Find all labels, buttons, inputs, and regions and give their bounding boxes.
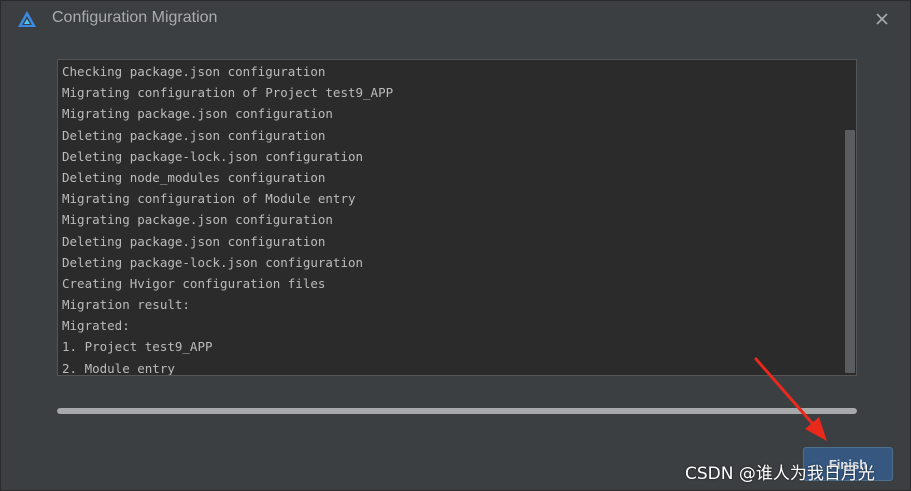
log-line: Migrating package.json configuration (62, 106, 333, 122)
log-scrollbar[interactable] (844, 61, 856, 374)
dialog-title: Configuration Migration (52, 9, 218, 26)
log-line: Deleting package-lock.json configuration (62, 254, 364, 270)
close-icon[interactable] (871, 8, 893, 30)
log-lines: Checking package.json configuration Migra… (62, 61, 394, 376)
migration-progress-bar (57, 408, 857, 414)
scrollbar-thumb[interactable] (845, 130, 855, 373)
log-line: Migrating package.json configuration (62, 212, 333, 228)
log-line: 1. Project test9_APP (62, 339, 213, 355)
configuration-migration-dialog: Configuration Migration Checking package… (0, 0, 911, 491)
log-line: Migration result: (62, 297, 190, 313)
log-line: Migrating configuration of Module entry (62, 191, 356, 207)
log-line: Deleting package-lock.json configuration (62, 148, 364, 164)
log-line: Deleting package.json configuration (62, 233, 326, 249)
harmony-deveco-logo (18, 11, 36, 27)
migration-log-panel[interactable]: Checking package.json configuration Migra… (57, 59, 857, 376)
log-line: Checking package.json configuration (62, 64, 326, 79)
log-line: Deleting node_modules configuration (62, 169, 326, 185)
log-line: Creating Hvigor configuration files (62, 275, 326, 291)
title-bar[interactable]: Configuration Migration (1, 1, 911, 37)
log-line: Migrated: (62, 318, 130, 334)
log-line: Deleting package.json configuration (62, 127, 326, 143)
progress-fill (57, 408, 857, 414)
csdn-watermark: CSDN @谁人为我日月光 (685, 464, 875, 484)
log-line: Migrating configuration of Project test9… (62, 85, 394, 101)
log-line: 2. Module entry (62, 360, 175, 376)
